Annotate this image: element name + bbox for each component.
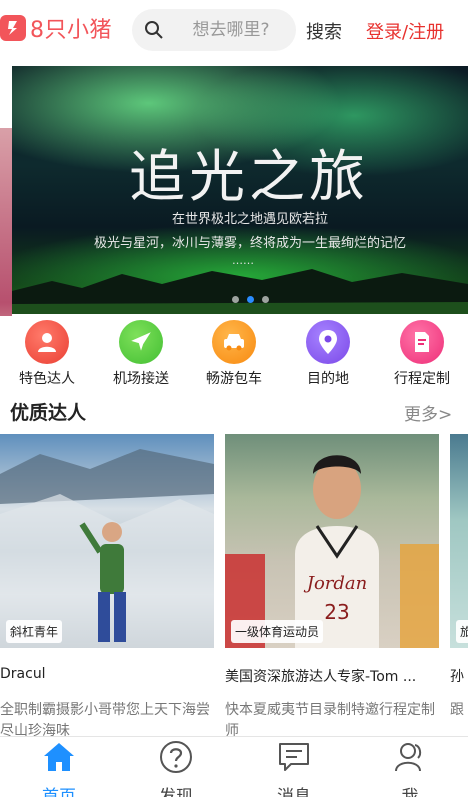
carousel-dot[interactable]	[262, 296, 269, 303]
expert-tag: 旅	[456, 620, 468, 643]
expert-photo: Jordan 23 一级体育运动员	[225, 434, 439, 648]
tab-label: 首页	[42, 787, 76, 797]
tab-label: 我	[401, 787, 419, 797]
category-item-destination[interactable]: 目的地	[288, 318, 368, 388]
expert-tag: 一级体育运动员	[231, 620, 324, 643]
tab-label: 发现	[159, 787, 193, 797]
tab-messages[interactable]: 消息	[249, 737, 339, 797]
expert-card-partial[interactable]: 旅 孙 跟	[450, 434, 468, 734]
svg-text:Jordan: Jordan	[303, 573, 368, 594]
top-header: 8只小猪 搜索 登录/注册	[0, 0, 468, 62]
category-label: 行程定制	[394, 371, 450, 387]
expert-photo: 斜杠青年	[0, 434, 214, 648]
expert-description: 跟	[450, 702, 464, 718]
tab-label: 消息	[277, 787, 311, 797]
tab-discover[interactable]: 发现	[131, 737, 221, 797]
bottom-tab-bar: 首页 发现 消息 我	[0, 736, 468, 797]
expert-name: Dracul	[0, 666, 46, 682]
carousel-indicator	[232, 296, 269, 303]
logo-icon	[0, 15, 26, 41]
banner-title: 追光之旅	[129, 145, 369, 210]
category-item-airport-transfer[interactable]: 机场接送	[101, 318, 181, 388]
category-label: 特色达人	[19, 371, 75, 387]
expert-card[interactable]: Jordan 23 一级体育运动员 美国资深旅游达人专家-Tom ... 快本夏…	[225, 434, 439, 739]
home-icon	[44, 743, 74, 771]
search-input[interactable]	[172, 9, 290, 51]
svg-text:23: 23	[324, 600, 349, 624]
previous-slide-peek	[0, 128, 12, 316]
search-button[interactable]: 搜索	[306, 18, 342, 44]
banner-description: 极光与星河，冰川与薄雾，终将成为一生最绚烂的记忆	[93, 236, 406, 251]
expert-name: 美国资深旅游达人专家-Tom ...	[225, 669, 417, 685]
expert-tag: 斜杠青年	[6, 620, 63, 643]
search-icon	[145, 21, 163, 39]
category-item-featured-experts[interactable]: 特色达人	[7, 318, 87, 388]
message-icon	[279, 743, 309, 771]
tab-home[interactable]: 首页	[14, 737, 104, 797]
location-pin-icon	[306, 320, 350, 364]
promo-banner-carousel[interactable]: 追光之旅 在世界极北之地遇见欧若拉 极光与星河，冰川与薄雾，终将成为一生最绚烂的…	[0, 62, 468, 316]
user-icon	[395, 743, 422, 772]
person-icon	[25, 320, 69, 364]
car-icon	[212, 320, 256, 364]
expert-photo: 旅	[450, 434, 468, 648]
search-box[interactable]	[132, 9, 296, 51]
category-item-custom-itinerary[interactable]: 行程定制	[382, 318, 462, 388]
section-title: 优质达人	[10, 402, 87, 424]
banner-subtitle: 在世界极北之地遇见欧若拉	[171, 212, 328, 227]
expert-card[interactable]: 斜杠青年 Dracul 全职制霸摄影小哥带您上天下海尝尽山珍海味	[0, 434, 214, 739]
category-label: 目的地	[307, 371, 349, 387]
tab-me[interactable]: 我	[365, 737, 455, 797]
app-logo[interactable]: 8只小猪	[0, 12, 112, 44]
category-label: 畅游包车	[206, 371, 262, 387]
category-nav: 特色达人 机场接送 畅游包车 目的地 行程定制	[0, 318, 468, 388]
carousel-dot[interactable]	[232, 296, 239, 303]
login-register-link[interactable]: 登录/注册	[366, 18, 444, 44]
airplane-icon	[119, 320, 163, 364]
question-circle-icon	[160, 741, 192, 773]
carousel-dot-active[interactable]	[247, 296, 254, 303]
category-item-charter-car[interactable]: 畅游包车	[194, 318, 274, 388]
more-link[interactable]: 更多>	[404, 400, 452, 425]
logo-text: 8只小猪	[30, 18, 112, 43]
banner-ellipsis: ……	[232, 254, 254, 267]
expert-name: 孙	[450, 669, 464, 685]
category-label: 机场接送	[113, 371, 169, 387]
document-edit-icon	[400, 320, 444, 364]
